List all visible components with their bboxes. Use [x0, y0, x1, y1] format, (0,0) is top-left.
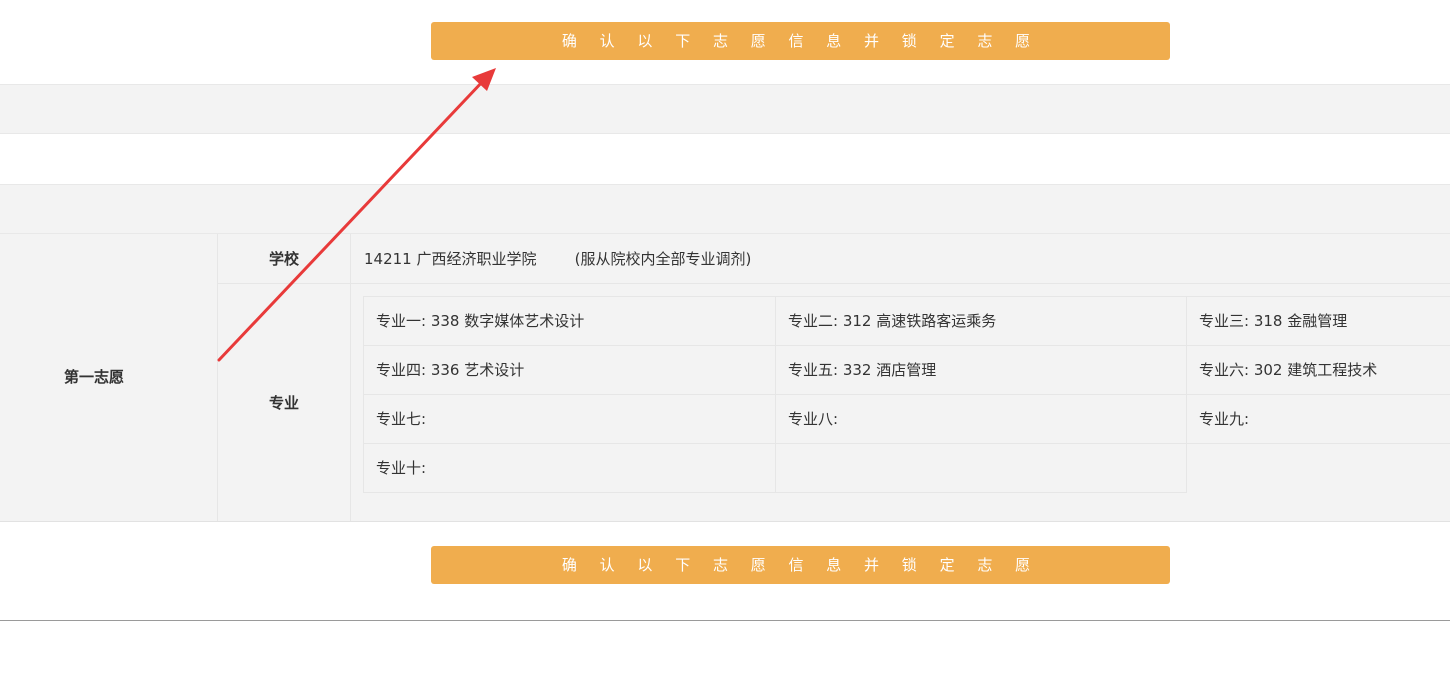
major-cell: 专业十: [364, 444, 776, 493]
major-cell: 专业四: 336 艺术设计 [364, 346, 776, 395]
major-grid: 专业一: 338 数字媒体艺术设计 专业二: 312 高速铁路客运乘务 专业三:… [363, 296, 1450, 493]
major-cell: 专业六: 302 建筑工程技术 [1187, 346, 1450, 395]
major-cell: 专业一: 338 数字媒体艺术设计 [364, 297, 776, 346]
page: 确 认 以 下 志 愿 信 息 并 锁 定 志 愿 第一志愿 学校 专业 142… [0, 0, 1450, 678]
major-cell: 专业三: 318 金融管理 [1187, 297, 1450, 346]
empty-row-2 [0, 134, 1450, 184]
major-cell: 专业二: 312 高速铁路客运乘务 [776, 297, 1187, 346]
first-choice-block: 第一志愿 学校 专业 14211 广西经济职业学院 (服从院校内全部专业调剂) … [0, 234, 1450, 522]
choice-title: 第一志愿 [63, 368, 124, 386]
school-value: 14211 广西经济职业学院 (服从院校内全部专业调剂) [364, 250, 752, 268]
confirm-lock-button-top[interactable]: 确 认 以 下 志 愿 信 息 并 锁 定 志 愿 [431, 22, 1170, 60]
school-label: 学校 [218, 234, 351, 284]
choice-title-cell: 第一志愿 [0, 234, 218, 521]
major-cell: 专业五: 332 酒店管理 [776, 346, 1187, 395]
major-cell-empty [1187, 444, 1450, 493]
footer-divider [0, 620, 1450, 621]
empty-row-3 [0, 184, 1450, 234]
confirm-lock-button-bottom[interactable]: 确 认 以 下 志 愿 信 息 并 锁 定 志 愿 [431, 546, 1170, 584]
major-cell: 专业八: [776, 395, 1187, 444]
empty-row-1 [0, 84, 1450, 134]
major-label: 专业 [268, 394, 299, 412]
major-cell-empty [776, 444, 1187, 493]
major-label-cell: 专业 [218, 284, 351, 521]
major-cell: 专业九: [1187, 395, 1450, 444]
school-row-divider [351, 283, 1450, 284]
major-cell: 专业七: [364, 395, 776, 444]
